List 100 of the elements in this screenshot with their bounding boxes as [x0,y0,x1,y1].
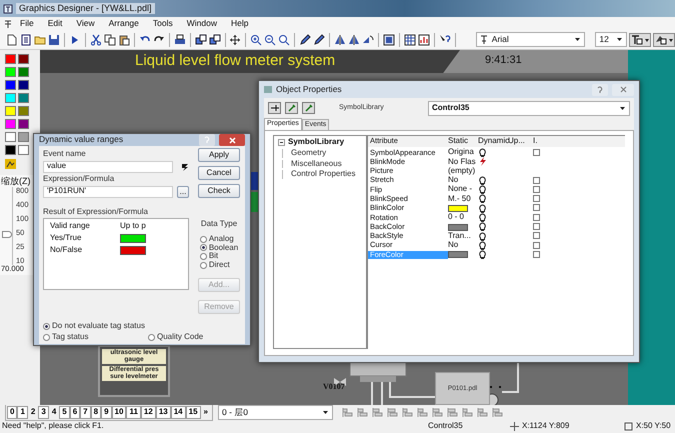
checkbox[interactable] [533,232,540,240]
rotate-icon[interactable] [362,34,374,46]
document-icon[interactable] [20,34,32,46]
radio-option[interactable]: Bit [200,252,238,262]
checkbox[interactable] [533,242,540,249]
align-bottom-icon[interactable] [386,407,398,418]
color-swatch[interactable] [5,119,16,129]
new-page-icon[interactable] [6,34,18,46]
bulb-icon[interactable] [478,148,487,157]
color-swatch[interactable] [18,54,29,64]
layer-button[interactable]: 14 [170,406,186,419]
color-swatch[interactable] [5,54,16,64]
font-field[interactable]: Arial [476,32,586,47]
radio-option[interactable]: Boolean [200,244,238,252]
printer-icon[interactable] [174,34,186,46]
radio-option[interactable]: Direct [200,261,238,270]
color-swatch[interactable] [18,145,29,155]
bring-front-icon[interactable] [383,34,396,46]
chart-icon[interactable] [418,34,430,46]
layer-button[interactable]: 15 [186,406,201,419]
expression-field[interactable]: 'P101RUN' [43,186,173,198]
menu-item[interactable]: Tools [146,18,180,28]
layer-select[interactable]: 0 - 层0 [218,405,333,420]
dialog-button[interactable]: Cancel [198,166,240,180]
checkbox[interactable] [533,204,540,212]
color-swatch[interactable] [5,67,16,77]
color-swatch[interactable] [120,246,146,256]
cut-icon[interactable] [90,34,102,46]
color-swatch[interactable] [18,106,29,116]
save-icon[interactable] [48,34,60,46]
checkbox[interactable] [533,214,540,221]
center-horizontal-icon[interactable] [402,407,413,418]
layer-button[interactable]: 4 [48,406,60,419]
center-vertical-icon[interactable] [416,407,428,418]
layer-button[interactable]: 5 [59,406,70,419]
layer-button[interactable]: 11 [126,406,141,419]
close-button[interactable] [612,84,634,96]
layer-button[interactable]: 10 [112,406,126,419]
layer-button[interactable]: 12 [140,406,156,419]
align-left-icon[interactable] [342,407,353,418]
same-height-icon[interactable] [446,407,458,418]
layer-button[interactable]: 8 [90,406,102,419]
menu-item[interactable]: File [13,18,41,28]
layer-button[interactable]: 13 [156,406,171,419]
grid-icon[interactable] [404,34,416,46]
checkbox[interactable] [533,176,540,184]
color-swatch[interactable] [18,132,29,142]
menu-item[interactable]: Edit [40,18,70,28]
align-top-icon[interactable] [372,407,383,418]
color-swatch[interactable] [18,119,29,129]
radio-option[interactable]: Analog [200,234,238,244]
menu-item[interactable]: Help [224,18,256,28]
zoom-slider[interactable] [1,186,13,265]
slider-thumb[interactable] [2,230,12,238]
bulb-icon[interactable] [478,204,487,213]
color-swatch[interactable] [5,132,16,142]
tree-item[interactable]: Geometry [282,148,362,158]
align-right-icon[interactable] [356,407,368,418]
more-layers-button[interactable]: » [200,406,211,419]
bulb-icon[interactable] [478,176,487,185]
radio-option[interactable]: Tag status [43,332,148,342]
pencil-icon[interactable] [299,34,312,46]
event-name-field[interactable]: value [43,160,173,173]
stack-icon[interactable] [476,407,488,418]
dialog-button[interactable]: Apply [198,148,240,162]
layer-button[interactable]: 3 [38,406,49,419]
menu-item[interactable]: View [69,18,102,28]
bulb-icon[interactable] [478,250,487,260]
spacing-icon[interactable] [462,407,473,418]
radio-option[interactable]: Do not evaluate tag status [43,322,241,331]
flip-icon[interactable] [334,34,346,46]
browse-button[interactable]: ... [177,186,189,198]
bulb-icon[interactable] [478,213,487,222]
folder-icon[interactable] [34,34,46,46]
bulb-icon[interactable] [478,185,487,194]
move-icon[interactable] [229,34,242,46]
color-swatch[interactable] [18,67,29,77]
pipette-button[interactable] [285,102,298,114]
bulb-icon[interactable] [478,240,487,250]
pencil-icon[interactable] [313,34,326,46]
color-swatch[interactable] [120,234,146,244]
paste-icon[interactable] [118,34,130,46]
color-swatch[interactable] [18,80,29,90]
checkbox[interactable] [533,195,540,202]
color-swatch[interactable] [5,93,16,103]
zoom-in-icon[interactable] [250,34,262,46]
bulb-icon[interactable] [478,194,487,204]
color-swatch[interactable] [5,80,16,90]
font-size-field[interactable]: 12 [595,32,627,47]
checkbox[interactable] [533,250,540,258]
layer-button[interactable]: 7 [80,406,91,419]
zoom-out-icon[interactable] [264,34,276,46]
radio-option[interactable]: Quality Code [148,332,204,342]
help-button[interactable] [592,84,608,96]
lightning-icon[interactable] [478,157,486,166]
app-menu-icon[interactable] [3,18,13,28]
same-width-icon[interactable] [432,407,443,418]
menu-item[interactable]: Window [180,18,224,28]
tag-lightning-icon[interactable] [181,162,189,171]
text-color-icon[interactable] [628,32,651,46]
